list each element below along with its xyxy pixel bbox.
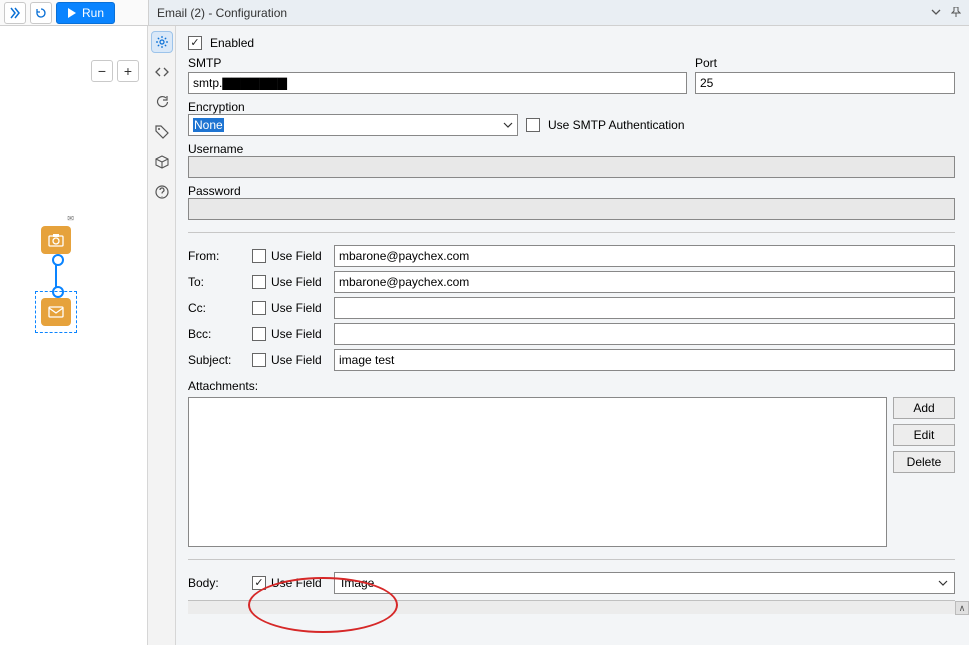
panel-title-bar: Email (2) - Configuration xyxy=(148,0,969,25)
zoom-in-button[interactable]: + xyxy=(117,60,139,82)
body-usefield-label: Use Field xyxy=(271,576,322,590)
cc-usefield-label: Use Field xyxy=(271,301,322,315)
body-editor-area[interactable]: ∧ xyxy=(188,600,955,614)
workflow-connector xyxy=(55,258,57,294)
smtp-input[interactable] xyxy=(188,72,687,94)
panel-title: Email (2) - Configuration xyxy=(157,6,287,20)
subject-input[interactable] xyxy=(334,349,955,371)
username-input xyxy=(188,156,955,178)
bcc-usefield-label: Use Field xyxy=(271,327,322,341)
from-usefield-label: Use Field xyxy=(271,249,322,263)
camera-icon xyxy=(48,233,64,247)
workflow-node-screenshot[interactable]: ✉ xyxy=(38,222,74,258)
bcc-usefield-checkbox[interactable] xyxy=(252,327,266,341)
body-label: Body: xyxy=(188,576,246,590)
attachments-add-button[interactable]: Add xyxy=(893,397,955,419)
enabled-checkbox[interactable] xyxy=(188,36,202,50)
envelope-icon xyxy=(48,306,64,318)
tab-configuration-icon[interactable] xyxy=(152,32,172,52)
configuration-panel: Enabled SMTP Port Encryption None Use SM… xyxy=(176,26,969,645)
tab-package-icon[interactable] xyxy=(152,152,172,172)
tab-refresh-icon[interactable] xyxy=(152,92,172,112)
smtp-auth-label: Use SMTP Authentication xyxy=(548,118,685,132)
mail-badge-icon: ✉ xyxy=(67,214,74,223)
to-usefield-checkbox[interactable] xyxy=(252,275,266,289)
attachments-delete-button[interactable]: Delete xyxy=(893,451,955,473)
play-icon xyxy=(67,8,77,18)
encryption-select[interactable]: None xyxy=(188,114,518,136)
bcc-label: Bcc: xyxy=(188,327,246,341)
cc-input[interactable] xyxy=(334,297,955,319)
run-button[interactable]: Run xyxy=(56,2,115,24)
body-field-select[interactable]: Image xyxy=(334,572,955,594)
bcc-input[interactable] xyxy=(334,323,955,345)
collapse-icon[interactable] xyxy=(931,6,941,20)
chevron-down-icon xyxy=(938,578,948,588)
subject-label: Subject: xyxy=(188,353,246,367)
attachments-edit-button[interactable]: Edit xyxy=(893,424,955,446)
body-field-value: Image xyxy=(341,576,374,590)
to-label: To: xyxy=(188,275,246,289)
from-usefield-checkbox[interactable] xyxy=(252,249,266,263)
body-usefield-checkbox[interactable] xyxy=(252,576,266,590)
encryption-label: Encryption xyxy=(188,100,955,114)
from-input[interactable] xyxy=(334,245,955,267)
smtp-auth-checkbox[interactable] xyxy=(526,118,540,132)
tab-tags-icon[interactable] xyxy=(152,122,172,142)
workflow-node-email[interactable] xyxy=(38,294,74,330)
cc-usefield-checkbox[interactable] xyxy=(252,301,266,315)
to-usefield-label: Use Field xyxy=(271,275,322,289)
username-label: Username xyxy=(188,142,955,156)
port-label: Port xyxy=(695,56,955,70)
cc-label: Cc: xyxy=(188,301,246,315)
password-input xyxy=(188,198,955,220)
zoom-out-button[interactable]: − xyxy=(91,60,113,82)
from-label: From: xyxy=(188,249,246,263)
port-input[interactable] xyxy=(695,72,955,94)
pin-icon[interactable] xyxy=(951,6,961,20)
run-button-label: Run xyxy=(82,6,104,20)
enabled-label: Enabled xyxy=(210,36,254,50)
expand-icon-button[interactable] xyxy=(4,2,26,24)
workflow-canvas[interactable]: − + ✉ xyxy=(0,26,148,645)
tab-code-icon[interactable] xyxy=(152,62,172,82)
smtp-label: SMTP xyxy=(188,56,687,70)
password-label: Password xyxy=(188,184,955,198)
history-icon-button[interactable] xyxy=(30,2,52,24)
encryption-value: None xyxy=(193,118,224,132)
subject-usefield-label: Use Field xyxy=(271,353,322,367)
subject-usefield-checkbox[interactable] xyxy=(252,353,266,367)
attachments-label: Attachments: xyxy=(188,379,955,393)
config-side-tabs xyxy=(148,26,176,645)
scroll-up-arrow[interactable]: ∧ xyxy=(955,601,969,615)
attachments-list[interactable] xyxy=(188,397,887,547)
tab-help-icon[interactable] xyxy=(152,182,172,202)
to-input[interactable] xyxy=(334,271,955,293)
chevron-down-icon xyxy=(503,120,513,130)
